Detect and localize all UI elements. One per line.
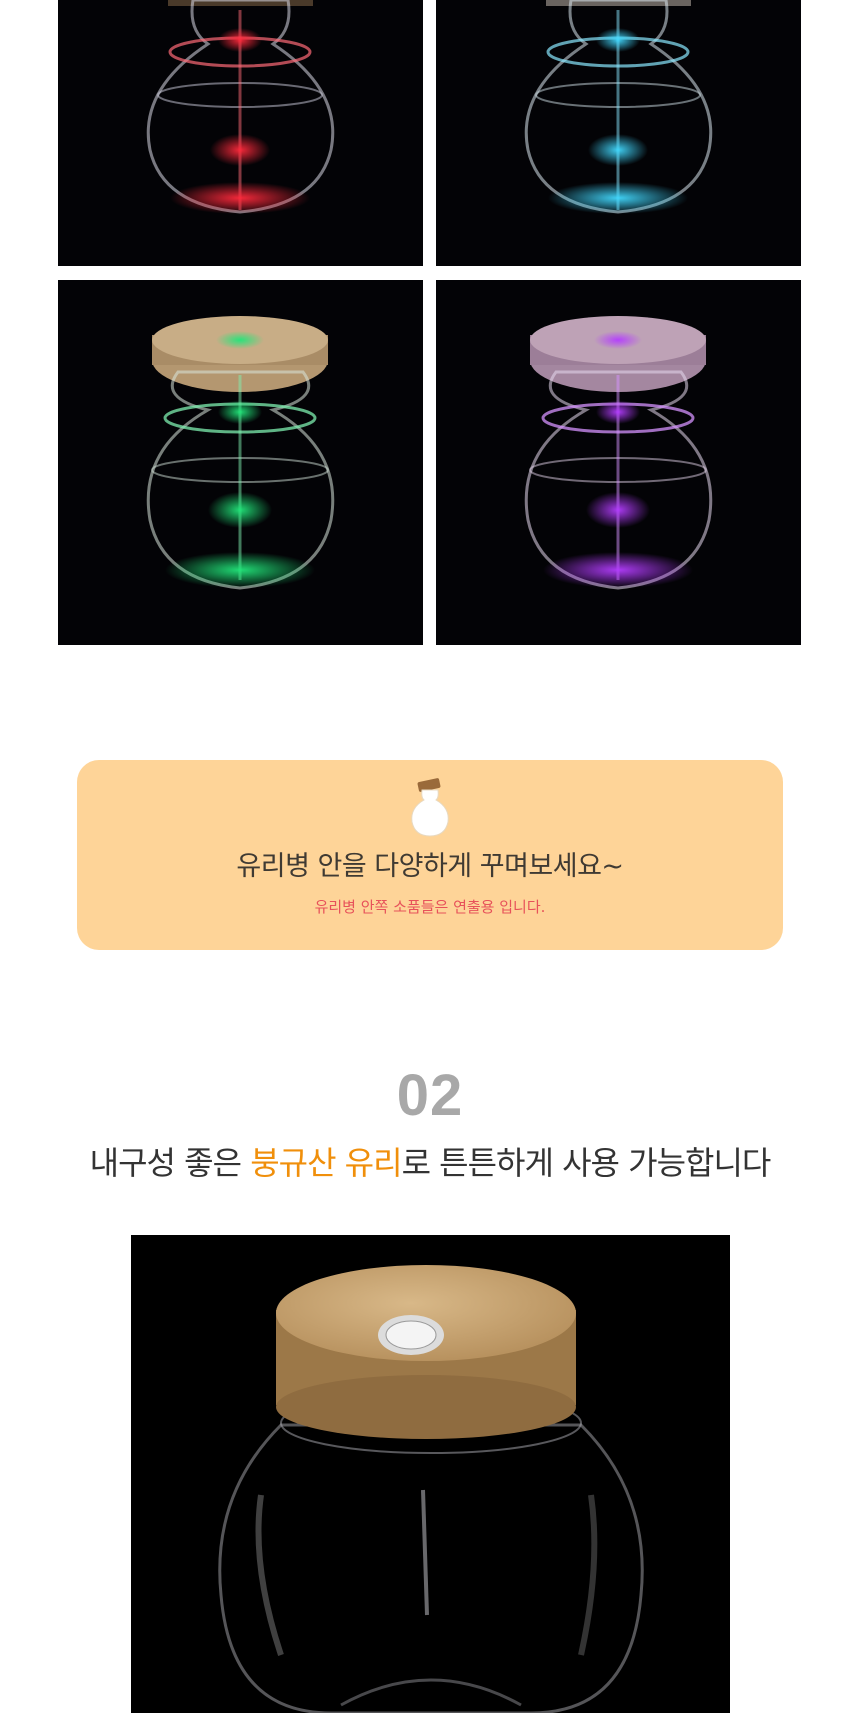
section-number: 02 [396, 1063, 464, 1128]
product-photo-red-light [58, 0, 423, 266]
product-photo-cyan-light [436, 0, 801, 266]
section-heading-post: 로 튼튼하게 사용 가능합니다 [401, 1144, 772, 1182]
section-heading: 내구성 좋은 붕규산 유리로 튼튼하게 사용 가능합니다 [0, 1138, 860, 1184]
section-heading-pre: 내구성 좋은 [89, 1144, 251, 1182]
notice-title: 유리병 안을 다양하게 꾸며보세요~ [236, 851, 624, 882]
cork-jar-icon [411, 778, 449, 837]
product-photo-cork-jar [131, 1235, 730, 1713]
section-heading-highlight: 붕규산 유리 [250, 1144, 402, 1182]
notice-subtitle: 유리병 안쪽 소품들은 연출용 입니다. [314, 898, 546, 916]
product-photo-green-light [58, 280, 423, 645]
decoration-notice-box: 유리병 안을 다양하게 꾸며보세요~ 유리병 안쪽 소품들은 연출용 입니다. [77, 760, 783, 950]
product-photo-purple-light [436, 280, 801, 645]
